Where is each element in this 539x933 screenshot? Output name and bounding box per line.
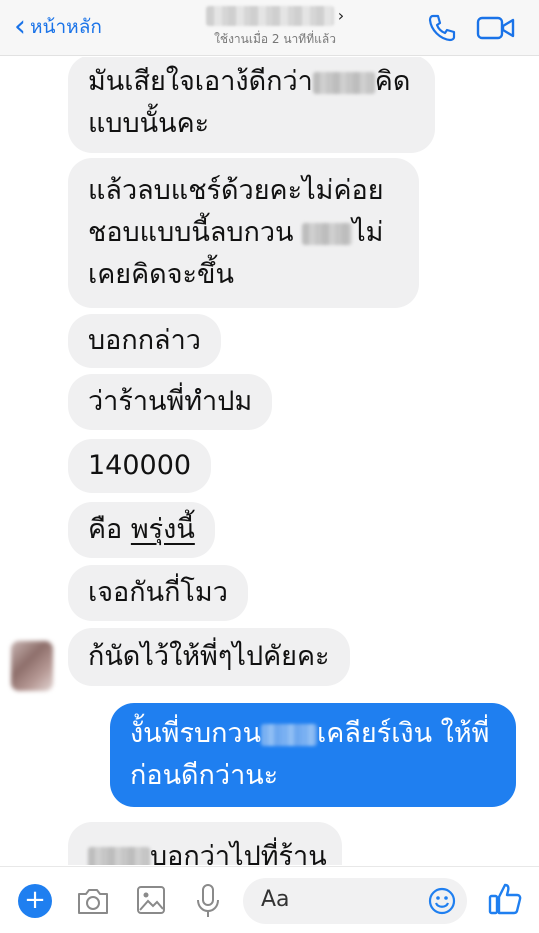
message-composer: + Aa	[0, 866, 539, 933]
message-text: ไม่	[352, 217, 384, 248]
message-line: ก่อนดีกว่านะ	[130, 755, 496, 797]
message-bubble: บอกกล่าว	[68, 314, 221, 368]
message-text: เจอกันกี่โมว	[88, 577, 228, 608]
message-line: แบบนั้นคะ	[88, 103, 415, 145]
message-bubble: ว่าร้านพี่ทำปม	[68, 374, 273, 430]
smiley-icon[interactable]	[428, 887, 456, 915]
message-text: ก่อนดีกว่านะ	[130, 760, 279, 791]
image-icon[interactable]	[136, 883, 166, 917]
thumbs-up-icon[interactable]	[487, 881, 523, 917]
message-line: มันเสียใจเอาง้ดีกว่า คิด	[88, 61, 415, 103]
chat-header: ‹ หน้าหลัก › ใช้งานเมื่อ 2 นาทีที่แล้ว	[0, 0, 539, 56]
message-text: คิด	[374, 66, 411, 97]
message-bubble: คือ พรุ่งนี้	[68, 502, 215, 558]
message-text: คือ	[88, 514, 131, 545]
message-text: ว่าร้านพี่ทำปม	[88, 386, 253, 417]
message-text: บอกกล่าว	[88, 325, 201, 356]
message-text: มันเสียใจเอาง้ดีกว่า	[88, 66, 313, 97]
message-line: ชอบแบบนี้ลบกวน ไม่	[88, 212, 399, 254]
message-text: เคยคิดจะขึ้น	[88, 259, 234, 290]
contact-name-redacted	[205, 6, 334, 26]
redacted-text	[261, 723, 318, 746]
video-camera-icon[interactable]	[476, 14, 516, 42]
outgoing-message-bubble: งั้นพี่รบกวน เคลียร์เงิน ให้พี่ ก่อนดีกว่…	[110, 703, 516, 807]
message-input-placeholder: Aa	[261, 887, 290, 912]
back-label: หน้าหลัก	[30, 16, 102, 38]
message-text: บอกว่าไปที่ร้าน	[150, 841, 327, 865]
message-line: เคยคิดจะขึ้น	[88, 254, 399, 296]
message-bubble: มันเสียใจเอาง้ดีกว่า คิด แบบนั้นคะ	[68, 57, 435, 153]
contact-avatar[interactable]	[11, 641, 53, 691]
plus-icon[interactable]: +	[18, 884, 52, 918]
message-text: แล้วลบแชร์ด้วยคะไม่ค่อย	[88, 175, 384, 206]
message-text: แบบนั้นคะ	[88, 108, 210, 139]
redacted-text	[312, 71, 375, 94]
microphone-icon[interactable]	[194, 883, 222, 919]
active-status: ใช้งานเมื่อ 2 นาทีที่แล้ว	[214, 32, 336, 46]
message-bubble: แล้วลบแชร์ด้วยคะไม่ค่อย ชอบแบบนี้ลบกวน ไ…	[68, 158, 419, 308]
message-text: ชอบแบบนี้ลบกวน	[88, 217, 303, 248]
chevron-left-icon: ‹	[14, 9, 26, 44]
date-link[interactable]: พรุ่งนี้	[131, 514, 195, 545]
message-bubble: 140000	[68, 439, 212, 493]
redacted-text	[302, 222, 353, 245]
contact-title[interactable]: › ใช้งานเมื่อ 2 นาทีที่แล้ว	[190, 4, 360, 49]
message-bubble: บอกว่าไปที่ร้าน	[68, 822, 342, 865]
message-line: งั้นพี่รบกวน เคลียร์เงิน ให้พี่	[130, 713, 496, 755]
message-thread[interactable]: มันเสียใจเอาง้ดีกว่า คิด แบบนั้นคะ แล้วลบ…	[0, 57, 539, 865]
message-text: งั้นพี่รบกวน	[130, 718, 262, 749]
message-bubble: เจอกันกี่โมว	[68, 565, 248, 621]
camera-icon[interactable]	[76, 885, 110, 917]
message-text: เคลียร์เงิน ให้พี่	[317, 718, 490, 749]
chevron-right-icon: ›	[337, 5, 345, 25]
message-line: แล้วลบแชร์ด้วยคะไม่ค่อย	[88, 170, 399, 212]
phone-icon[interactable]	[426, 12, 458, 44]
message-text: ก้นัดไว้ให้พี่ๆไปคัยคะ	[88, 641, 330, 672]
message-bubble: ก้นัดไว้ให้พี่ๆไปคัยคะ	[68, 628, 350, 686]
redacted-text	[88, 846, 150, 865]
back-button[interactable]: ‹ หน้าหลัก	[14, 12, 102, 42]
message-text: 140000	[88, 450, 192, 481]
